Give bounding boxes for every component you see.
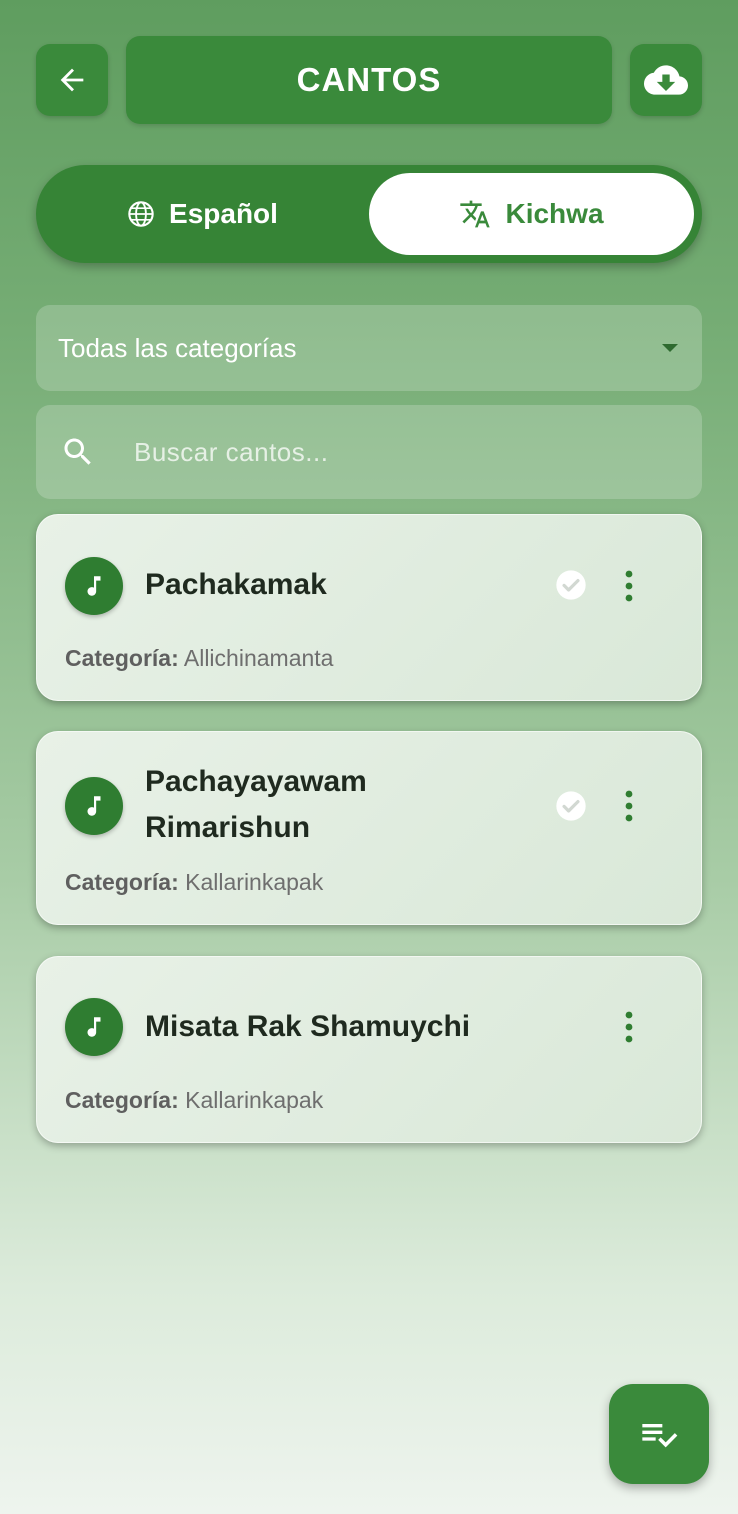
search-box (36, 405, 702, 499)
music-note-icon (87, 796, 101, 816)
song-category-label: Categoría: (65, 645, 179, 671)
category-dropdown[interactable]: Todas las categorías (36, 305, 702, 391)
song-avatar (65, 557, 123, 615)
song-category-label: Categoría: (65, 1087, 179, 1113)
song-card[interactable]: Pachakamak Categoría: Allichinamanta (36, 514, 702, 701)
check-circle-icon (556, 791, 586, 821)
song-category-label: Categoría: (65, 869, 179, 895)
arrow-left-icon (60, 68, 84, 92)
song-title: Misata Rak Shamuychi (145, 1010, 471, 1043)
check-circle-icon (556, 570, 586, 600)
cloud-download-icon (644, 65, 688, 95)
song-category: Categoría: Allichinamanta (65, 645, 333, 672)
more-options-button[interactable] (615, 566, 643, 606)
song-category-value: Kallarinkapak (185, 1087, 324, 1113)
language-label-kichwa: Kichwa (505, 198, 604, 229)
globe-icon (128, 201, 154, 227)
song-category-value: Allichinamanta (183, 645, 334, 671)
song-avatar (65, 998, 123, 1056)
more-vert-icon (625, 790, 633, 822)
page-title-box: CANTOS (126, 36, 612, 124)
translate-icon (460, 200, 491, 228)
song-category-value: Kallarinkapak (185, 869, 324, 895)
music-note-icon (87, 1017, 101, 1037)
music-note-icon (87, 576, 101, 596)
more-vert-icon (625, 1011, 633, 1043)
song-card[interactable]: Misata Rak Shamuychi Categoría: Kallarin… (36, 956, 702, 1143)
search-icon (64, 438, 91, 465)
playlist-check-icon (642, 1424, 678, 1448)
back-button[interactable] (36, 44, 108, 116)
dropdown-arrow-icon (662, 344, 678, 352)
more-options-button[interactable] (615, 1007, 643, 1047)
language-option-espanol[interactable]: Español (36, 165, 369, 263)
language-option-kichwa[interactable]: Kichwa (369, 173, 694, 255)
search-input[interactable] (132, 435, 656, 469)
song-title: Pachayayawam Rimarishun (145, 765, 367, 844)
song-category: Categoría: Kallarinkapak (65, 1087, 323, 1114)
song-avatar (65, 777, 123, 835)
language-toggle: Español Kichwa (36, 165, 702, 263)
more-options-button[interactable] (615, 786, 643, 826)
download-button[interactable] (630, 44, 702, 116)
more-vert-icon (625, 570, 633, 602)
page-title: CANTOS (296, 61, 442, 98)
playlist-fab-button[interactable] (609, 1384, 709, 1484)
song-category: Categoría: Kallarinkapak (65, 869, 323, 896)
song-card[interactable]: Pachayayawam Rimarishun Categoría: Kalla… (36, 731, 702, 925)
language-label-espanol: Español (169, 198, 278, 229)
category-dropdown-value: Todas las categorías (58, 332, 297, 363)
song-title: Pachakamak (145, 568, 327, 601)
